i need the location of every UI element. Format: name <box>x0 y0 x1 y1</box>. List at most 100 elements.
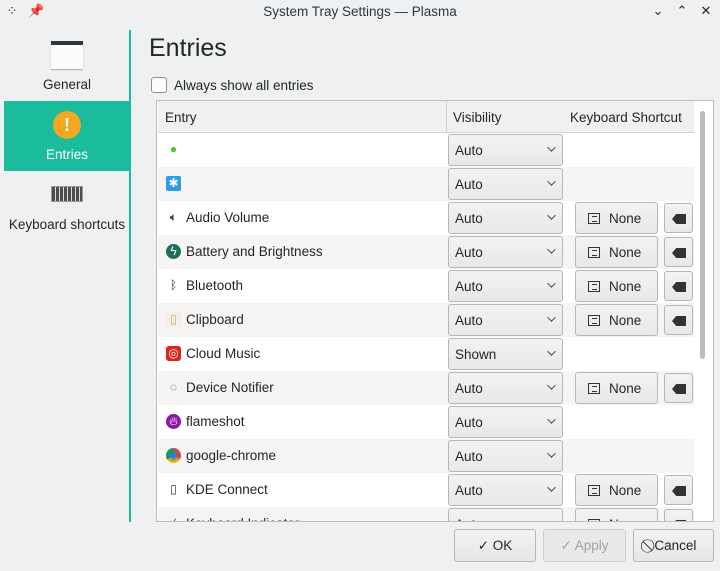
keyboard-shortcut-icon <box>588 315 600 326</box>
table-row[interactable]: ✱ Auto <box>158 167 694 201</box>
column-header-shortcut[interactable]: Keyboard Shortcut <box>570 110 682 125</box>
column-divider <box>446 101 447 133</box>
backspace-icon <box>672 282 686 292</box>
table-row[interactable]: 🔈︎ Audio Volume Auto None <box>158 201 694 235</box>
visibility-combobox[interactable]: Auto <box>448 168 563 200</box>
visibility-combobox[interactable]: Auto <box>448 270 563 302</box>
clear-shortcut-button[interactable] <box>664 373 693 403</box>
shortcut-button[interactable]: None <box>575 474 658 506</box>
keyboard-shortcut-icon <box>588 519 600 521</box>
chevron-down-icon <box>547 381 556 390</box>
entry-name: KDE Connect <box>186 482 268 497</box>
checkbox-box[interactable] <box>151 77 167 93</box>
backspace-icon <box>672 214 686 224</box>
visibility-value: Auto <box>455 211 483 226</box>
visibility-combobox[interactable]: Auto <box>448 134 563 166</box>
sidebar-item-entries[interactable]: ! Entries <box>4 101 130 171</box>
shortcut-value: None <box>609 279 642 294</box>
scrollbar-thumb[interactable] <box>700 111 705 359</box>
table-row[interactable]: ▯ KDE Connect Auto None <box>158 473 694 507</box>
table-header: Entry Visibility Keyboard Shortcut <box>158 101 694 133</box>
chevron-down-icon <box>547 313 556 322</box>
visibility-combobox[interactable]: Auto <box>448 406 563 438</box>
table-body: ● Auto ✱ Auto 🔈︎ Audio Volume Auto None ϟ B… <box>158 133 694 521</box>
entry-name: Device Notifier <box>186 380 274 395</box>
table-row[interactable]: ϟ Battery and Brightness Auto None <box>158 235 694 269</box>
sidebar-item-general[interactable]: General <box>4 31 130 101</box>
maximize-icon[interactable]: ⌃ <box>674 3 690 19</box>
visibility-value: Auto <box>455 483 483 498</box>
column-header-visibility[interactable]: Visibility <box>453 110 502 125</box>
table-row[interactable]: 🔥︎ flameshot Auto <box>158 405 694 439</box>
visibility-combobox[interactable]: Auto <box>448 474 563 506</box>
wechat-icon: ● <box>169 142 178 156</box>
visibility-combobox[interactable]: Shown <box>448 338 563 370</box>
ok-button[interactable]: ✓ OK <box>454 529 536 562</box>
clear-shortcut-button[interactable] <box>664 271 693 301</box>
table-row[interactable]: ◎ Cloud Music Shown <box>158 337 694 371</box>
clear-shortcut-button[interactable] <box>664 475 693 505</box>
entry-name: Bluetooth <box>186 278 244 293</box>
chevron-down-icon <box>547 211 556 220</box>
clear-shortcut-button[interactable] <box>664 203 693 233</box>
shortcut-value: None <box>609 245 642 260</box>
clear-shortcut-button[interactable] <box>664 509 693 521</box>
chevron-down-icon <box>547 279 556 288</box>
chevron-down-icon <box>547 517 556 521</box>
visibility-combobox[interactable]: Auto <box>448 440 563 472</box>
table-row[interactable]: ● Auto <box>158 133 694 167</box>
backspace-icon <box>672 316 686 326</box>
shortcut-button[interactable]: None <box>575 236 658 268</box>
shortcut-button[interactable]: None <box>575 372 658 404</box>
visibility-combobox[interactable]: Auto <box>448 508 563 521</box>
visibility-value: Auto <box>455 313 483 328</box>
always-show-all-checkbox[interactable]: Always show all entries <box>151 77 314 93</box>
title-bar: ⁘ 📌 System Tray Settings — Plasma ⌄ ⌃ ✕ <box>0 0 720 24</box>
keyboard-shortcut-icon <box>588 213 600 224</box>
shortcut-button[interactable]: None <box>575 508 658 521</box>
sidebar-item-label: General <box>42 77 92 92</box>
table-row[interactable]: ◉ google-chrome Auto <box>158 439 694 473</box>
visibility-value: Auto <box>455 449 483 464</box>
chevron-down-icon <box>547 415 556 424</box>
cloud-music-icon: ◎ <box>166 346 181 361</box>
checkbox-label: Always show all entries <box>174 77 314 93</box>
close-icon[interactable]: ✕ <box>698 3 714 19</box>
visibility-value: Auto <box>455 279 483 294</box>
clear-shortcut-button[interactable] <box>664 305 693 335</box>
visibility-combobox[interactable]: Auto <box>448 304 563 336</box>
clipboard-icon: ▯ <box>166 312 181 327</box>
visibility-value: Auto <box>455 415 483 430</box>
visibility-value: Auto <box>455 177 483 192</box>
visibility-combobox[interactable]: Auto <box>448 202 563 234</box>
keyboard-shortcut-icon <box>588 485 600 496</box>
table-row[interactable]: ⁄ Keyboard Indicator Auto None <box>158 507 694 521</box>
minimize-icon[interactable]: ⌄ <box>650 3 666 19</box>
flameshot-icon: 🔥︎ <box>166 414 181 429</box>
chevron-down-icon <box>547 177 556 186</box>
shortcut-value: None <box>609 483 642 498</box>
visibility-combobox[interactable]: Auto <box>448 236 563 268</box>
sidebar-item-keyboard-shortcuts[interactable]: Keyboard shortcuts <box>4 171 130 241</box>
window-title: System Tray Settings — Plasma <box>263 4 457 19</box>
chrome-icon: ◉ <box>166 448 181 463</box>
cancel-button[interactable]: ⃠ Cancel <box>633 529 714 562</box>
keyboard-shortcut-icon <box>588 281 600 292</box>
shortcut-value: None <box>609 517 641 521</box>
chevron-down-icon <box>547 347 556 356</box>
keyboard-shortcut-icon <box>588 247 600 258</box>
clear-shortcut-button[interactable] <box>664 237 693 267</box>
table-row[interactable]: ▯ Clipboard Auto None <box>158 303 694 337</box>
apply-button[interactable]: ✓ Apply <box>543 529 626 562</box>
shortcut-value: None <box>609 381 642 396</box>
column-header-entry[interactable]: Entry <box>165 110 197 125</box>
shortcut-button[interactable]: None <box>575 270 658 302</box>
backspace-icon <box>672 248 686 258</box>
visibility-combobox[interactable]: Auto <box>448 372 563 404</box>
table-row[interactable]: ᛒ Bluetooth Auto None <box>158 269 694 303</box>
table-row[interactable]: ◌ Device Notifier Auto None <box>158 371 694 405</box>
shortcut-button[interactable]: None <box>575 202 658 234</box>
shortcut-button[interactable]: None <box>575 304 658 336</box>
page-title: Entries <box>149 34 227 62</box>
sidebar-item-label: Entries <box>45 147 89 162</box>
